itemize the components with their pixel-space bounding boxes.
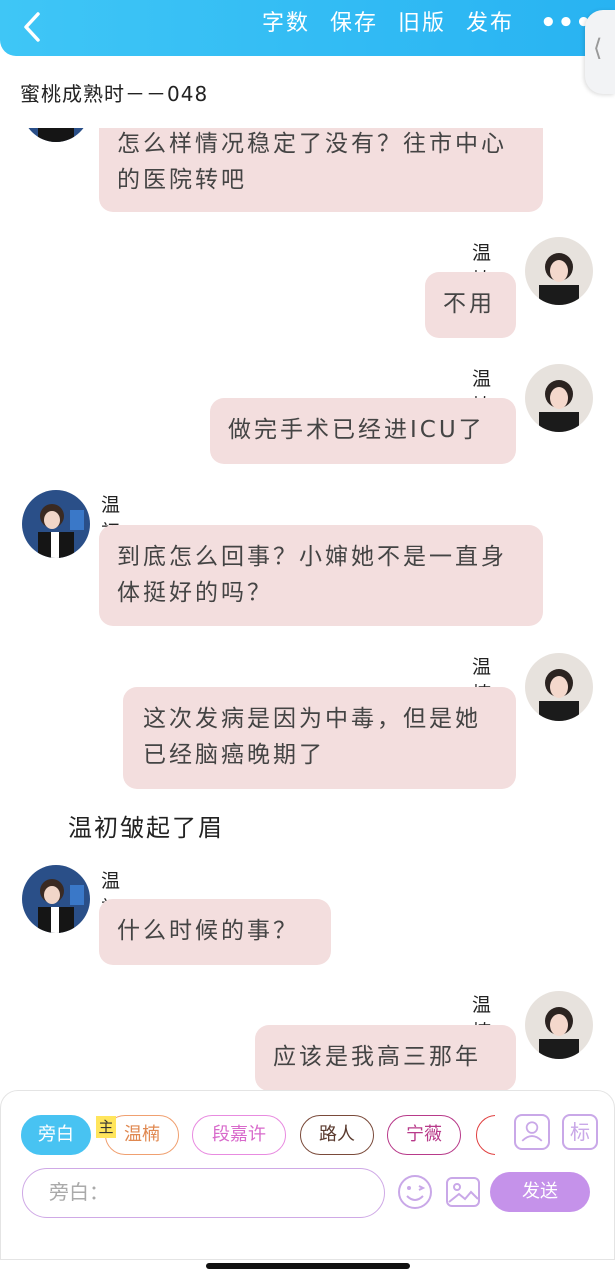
role-chip-more[interactable] xyxy=(476,1115,495,1155)
home-indicator[interactable] xyxy=(206,1263,410,1269)
message-bubble: 应该是我高三那年 xyxy=(255,1025,516,1090)
role-chip-narration[interactable]: 旁白 xyxy=(21,1115,91,1155)
message-bubble: 不用 xyxy=(425,272,516,338)
message-bubble: 什么时候的事？ xyxy=(99,899,331,965)
message-bubble: 做完手术已经进ICU了 xyxy=(210,398,516,464)
role-chip-passerby[interactable]: 路人 xyxy=(300,1115,374,1155)
role-chip-ningwei[interactable]: 宁薇 xyxy=(387,1115,461,1155)
word-count-button[interactable]: 字数 xyxy=(262,8,310,40)
chat-area[interactable]: 怎么样情况稳定了没有？往市中心的医院转吧 温楠 不用 温楠 做完手术已经进ICU… xyxy=(0,128,615,1090)
back-arrow-icon[interactable] xyxy=(18,10,48,44)
document-title: 蜜桃成熟时－－048 xyxy=(20,82,209,106)
avatar-wennan[interactable] xyxy=(525,237,593,305)
old-version-button[interactable]: 旧版 xyxy=(398,8,446,40)
tag-button-label: 标 xyxy=(570,1120,590,1144)
tag-button[interactable]: 标 xyxy=(562,1114,598,1150)
avatar-wenchu[interactable] xyxy=(22,128,90,142)
image-icon[interactable] xyxy=(445,1174,481,1210)
message-bubble: 这次发病是因为中毒，但是她已经脑癌晚期了 xyxy=(123,687,516,789)
top-bar: 字数 保存 旧版 发布 ••• xyxy=(0,0,615,56)
avatar-wenchu[interactable] xyxy=(22,490,90,558)
send-button[interactable]: 发送 xyxy=(490,1172,590,1212)
message-input[interactable]: 旁白： xyxy=(22,1168,385,1218)
main-role-badge: 主 xyxy=(96,1116,116,1138)
emoji-icon[interactable] xyxy=(397,1174,433,1210)
role-chip-duanjiaxu[interactable]: 段嘉许 xyxy=(192,1115,286,1155)
message-bubble: 到底怎么回事？小婶她不是一直身体挺好的吗？ xyxy=(99,525,543,626)
role-chip-wennan[interactable]: 温楠 xyxy=(105,1115,179,1155)
save-button[interactable]: 保存 xyxy=(330,8,378,40)
side-drawer-tab[interactable]: ⟨ xyxy=(585,10,615,94)
top-actions: 字数 保存 旧版 发布 xyxy=(262,8,514,40)
avatar-wennan[interactable] xyxy=(525,364,593,432)
publish-button[interactable]: 发布 xyxy=(466,8,514,40)
message-bubble: 怎么样情况稳定了没有？往市中心的医院转吧 xyxy=(99,128,543,212)
role-selector[interactable]: 旁白 温楠 段嘉许 路人 宁薇 xyxy=(21,1115,495,1157)
narration-text: 温初皱起了眉 xyxy=(68,814,224,842)
avatar-wenchu[interactable] xyxy=(22,865,90,933)
avatar-wennan[interactable] xyxy=(525,991,593,1059)
avatar-wennan[interactable] xyxy=(525,653,593,721)
chevron-left-icon: ⟨ xyxy=(593,34,603,62)
person-card-icon[interactable] xyxy=(514,1114,550,1150)
